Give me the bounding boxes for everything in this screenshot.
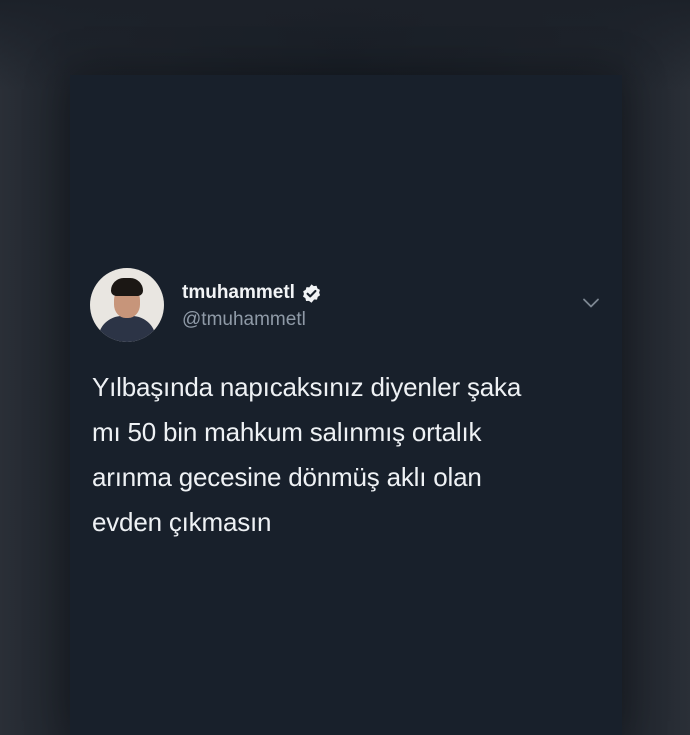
author-info: tmuhammetl @tmuhammetl <box>182 279 322 331</box>
display-name[interactable]: tmuhammetl <box>182 282 295 304</box>
avatar-shirt <box>98 316 156 342</box>
tweet-text-line: mı 50 bin mahkum salınmış ortalık <box>92 417 482 447</box>
tweet-text: Yılbaşında napıcaksınız diyenler şaka mı… <box>92 365 592 545</box>
handle[interactable]: @tmuhammetl <box>182 309 322 331</box>
avatar[interactable] <box>90 268 164 342</box>
tweet-card: tmuhammetl @tmuhammetl Yılbaşında napıca… <box>70 75 622 735</box>
chevron-down-icon[interactable] <box>582 297 600 309</box>
tweet-text-line: Yılbaşında napıcaksınız diyenler şaka <box>92 372 522 402</box>
tweet-header: tmuhammetl @tmuhammetl <box>90 268 322 342</box>
tweet-text-line: arınma gecesine dönmüş aklı olan <box>92 462 482 492</box>
display-name-row: tmuhammetl <box>182 279 322 307</box>
tweet-text-line: evden çıkmasın <box>92 507 272 537</box>
verified-badge-icon <box>302 283 321 303</box>
avatar-hair <box>111 278 143 296</box>
